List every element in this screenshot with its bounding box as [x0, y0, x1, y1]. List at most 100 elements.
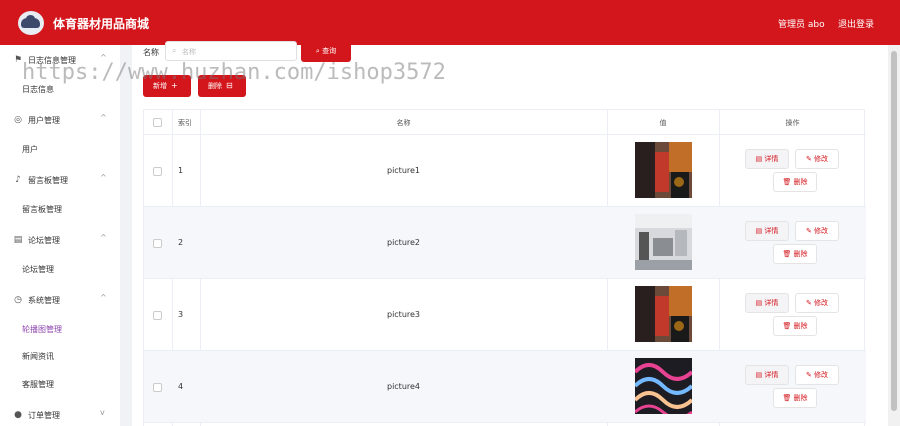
chevron-up-icon: ^ — [100, 233, 107, 242]
sidebar-group-label: 系统管理 — [28, 296, 60, 305]
table-row: 3 picture3 ▤ 详情 ✎ 修改 🗑 删除 — [144, 279, 866, 351]
query-button-label: 查询 — [322, 47, 337, 55]
delete-button[interactable]: 🗑 删除 — [773, 244, 817, 264]
detail-label: 详情 — [764, 155, 779, 163]
row-checkbox[interactable] — [153, 383, 162, 392]
detail-button[interactable]: ▤ 详情 — [745, 293, 789, 313]
delete-button[interactable]: 🗑 删除 — [773, 316, 817, 336]
sidebar-group-label: 论坛管理 — [28, 236, 60, 245]
clock-icon: ◷ — [14, 295, 22, 305]
column-header-index: 索引 — [178, 119, 192, 127]
sidebar-group-forum[interactable]: ▤ 论坛管理 ^ — [0, 229, 120, 251]
row-index: 2 — [178, 238, 184, 247]
delete-label: 删除 — [793, 250, 808, 258]
detail-button[interactable]: ▤ 详情 — [745, 149, 789, 169]
site-logo — [18, 11, 44, 35]
chevron-up-icon: ^ — [100, 173, 107, 182]
search-placeholder: 名称 — [182, 48, 196, 56]
edit-button[interactable]: ✎ 修改 — [795, 149, 839, 169]
microphone-icon: ♪ — [15, 175, 21, 185]
row-thumbnail-image — [635, 142, 692, 198]
row-checkbox[interactable] — [153, 239, 162, 248]
app-header: 体育器材用品商城 管理员 abo 退出登录 — [0, 0, 900, 45]
scrollbar-thumb[interactable] — [891, 51, 897, 411]
edit-button[interactable]: ✎ 修改 — [795, 365, 839, 385]
edit-icon: ✎ — [805, 371, 815, 379]
detail-label: 详情 — [764, 299, 779, 307]
sidebar-item-users[interactable]: 用户 — [22, 144, 38, 155]
forum-icon: ▤ — [13, 235, 23, 245]
edit-label: 修改 — [814, 227, 829, 235]
edit-icon: ✎ — [805, 155, 815, 163]
edit-label: 修改 — [814, 371, 829, 379]
delete-label: 删除 — [793, 322, 808, 330]
sidebar-item-carousel[interactable]: 轮播图管理 — [22, 324, 62, 335]
site-title: 体育器材用品商城 — [53, 17, 150, 31]
delete-label: 删除 — [793, 178, 808, 186]
column-header-value: 值 — [659, 119, 667, 127]
sidebar-group-messages[interactable]: ♪ 留言板管理 ^ — [0, 169, 120, 191]
trash-icon: 🗑 — [782, 322, 794, 330]
vertical-scrollbar[interactable] — [888, 45, 900, 426]
sidebar-group-orders[interactable]: ● 订单管理 v — [0, 404, 120, 426]
row-name: picture2 — [386, 238, 421, 247]
search-icon: ⌕ — [315, 47, 320, 55]
trash-icon: 🗑 — [782, 178, 794, 186]
sidebar-group-system[interactable]: ◷ 系统管理 ^ — [0, 289, 120, 311]
chevron-up-icon: ^ — [100, 113, 107, 122]
sidebar-item-customer-service[interactable]: 客服管理 — [22, 379, 54, 390]
sidebar-group-users[interactable]: ◎ 用户管理 ^ — [0, 109, 120, 131]
search-icon: ⌕ — [172, 46, 177, 55]
select-all-checkbox[interactable] — [153, 118, 162, 127]
query-button[interactable]: ⌕ 查询 — [301, 41, 351, 62]
chevron-up-icon: ^ — [100, 293, 107, 302]
delete-button[interactable]: 🗑 删除 — [773, 172, 817, 192]
chevron-down-icon: v — [100, 408, 105, 417]
table-row: 1 picture1 ▤ 详情 ✎ 修改 🗑 删除 — [144, 135, 866, 207]
logout-link[interactable]: 退出登录 — [838, 17, 874, 30]
trash-icon: 🗑 — [782, 250, 794, 258]
layout-gutter — [120, 45, 132, 426]
data-table: 索引 名称 值 操作 1 picture1 ▤ 详情 ✎ 修改 🗑 删除 2 p… — [143, 109, 866, 426]
sidebar-item-log-info[interactable]: 日志信息 — [22, 84, 54, 95]
search-label: 名称 — [143, 48, 159, 57]
row-checkbox[interactable] — [153, 167, 162, 176]
row-thumbnail-image — [635, 214, 692, 270]
edit-icon: ✎ — [805, 227, 815, 235]
watermark-text: https://www.huzhan.com/ishop3572 — [22, 60, 446, 85]
main-content: 名称 ⌕ 名称 ⌕ 查询 新增 + 删除 ⊟ 索引 名称 值 操作 1 pictur… — [132, 41, 888, 426]
edit-button[interactable]: ✎ 修改 — [795, 221, 839, 241]
row-checkbox[interactable] — [153, 311, 162, 320]
row-index: 4 — [178, 382, 184, 391]
detail-label: 详情 — [764, 227, 779, 235]
row-thumbnail-image — [635, 286, 692, 342]
edit-icon: ✎ — [805, 299, 815, 307]
admin-user-label: 管理员 abo — [778, 20, 825, 30]
row-name: picture1 — [386, 166, 421, 175]
sidebar-item-forum[interactable]: 论坛管理 — [22, 264, 54, 275]
column-header-actions: 操作 — [785, 119, 800, 127]
row-thumbnail-image — [635, 358, 692, 414]
row-name: picture3 — [386, 310, 421, 319]
table-header: 索引 名称 值 操作 — [144, 110, 866, 135]
detail-button[interactable]: ▤ 详情 — [745, 365, 789, 385]
edit-label: 修改 — [814, 299, 829, 307]
delete-button[interactable]: 🗑 删除 — [773, 388, 817, 408]
sidebar-group-label: 订单管理 — [28, 411, 60, 420]
search-input[interactable]: ⌕ 名称 — [165, 41, 297, 61]
sidebar-item-news[interactable]: 新闻资讯 — [22, 351, 54, 362]
user-circle-icon: ◎ — [14, 115, 22, 125]
sidebar-group-label: 用户管理 — [28, 116, 60, 125]
row-index: 3 — [178, 310, 184, 319]
row-index: 1 — [178, 166, 184, 175]
detail-button[interactable]: ▤ 详情 — [745, 221, 789, 241]
row-name: picture4 — [386, 382, 421, 391]
user-icon: ● — [14, 410, 22, 420]
edit-label: 修改 — [814, 155, 829, 163]
table-row: 4 picture4 ▤ 详情 ✎ 修改 🗑 删除 — [144, 351, 866, 423]
trash-icon: 🗑 — [782, 394, 794, 402]
edit-button[interactable]: ✎ 修改 — [795, 293, 839, 313]
sidebar-item-messages[interactable]: 留言板管理 — [22, 204, 62, 215]
delete-label: 删除 — [793, 394, 808, 402]
sidebar-group-label: 留言板管理 — [28, 176, 68, 185]
